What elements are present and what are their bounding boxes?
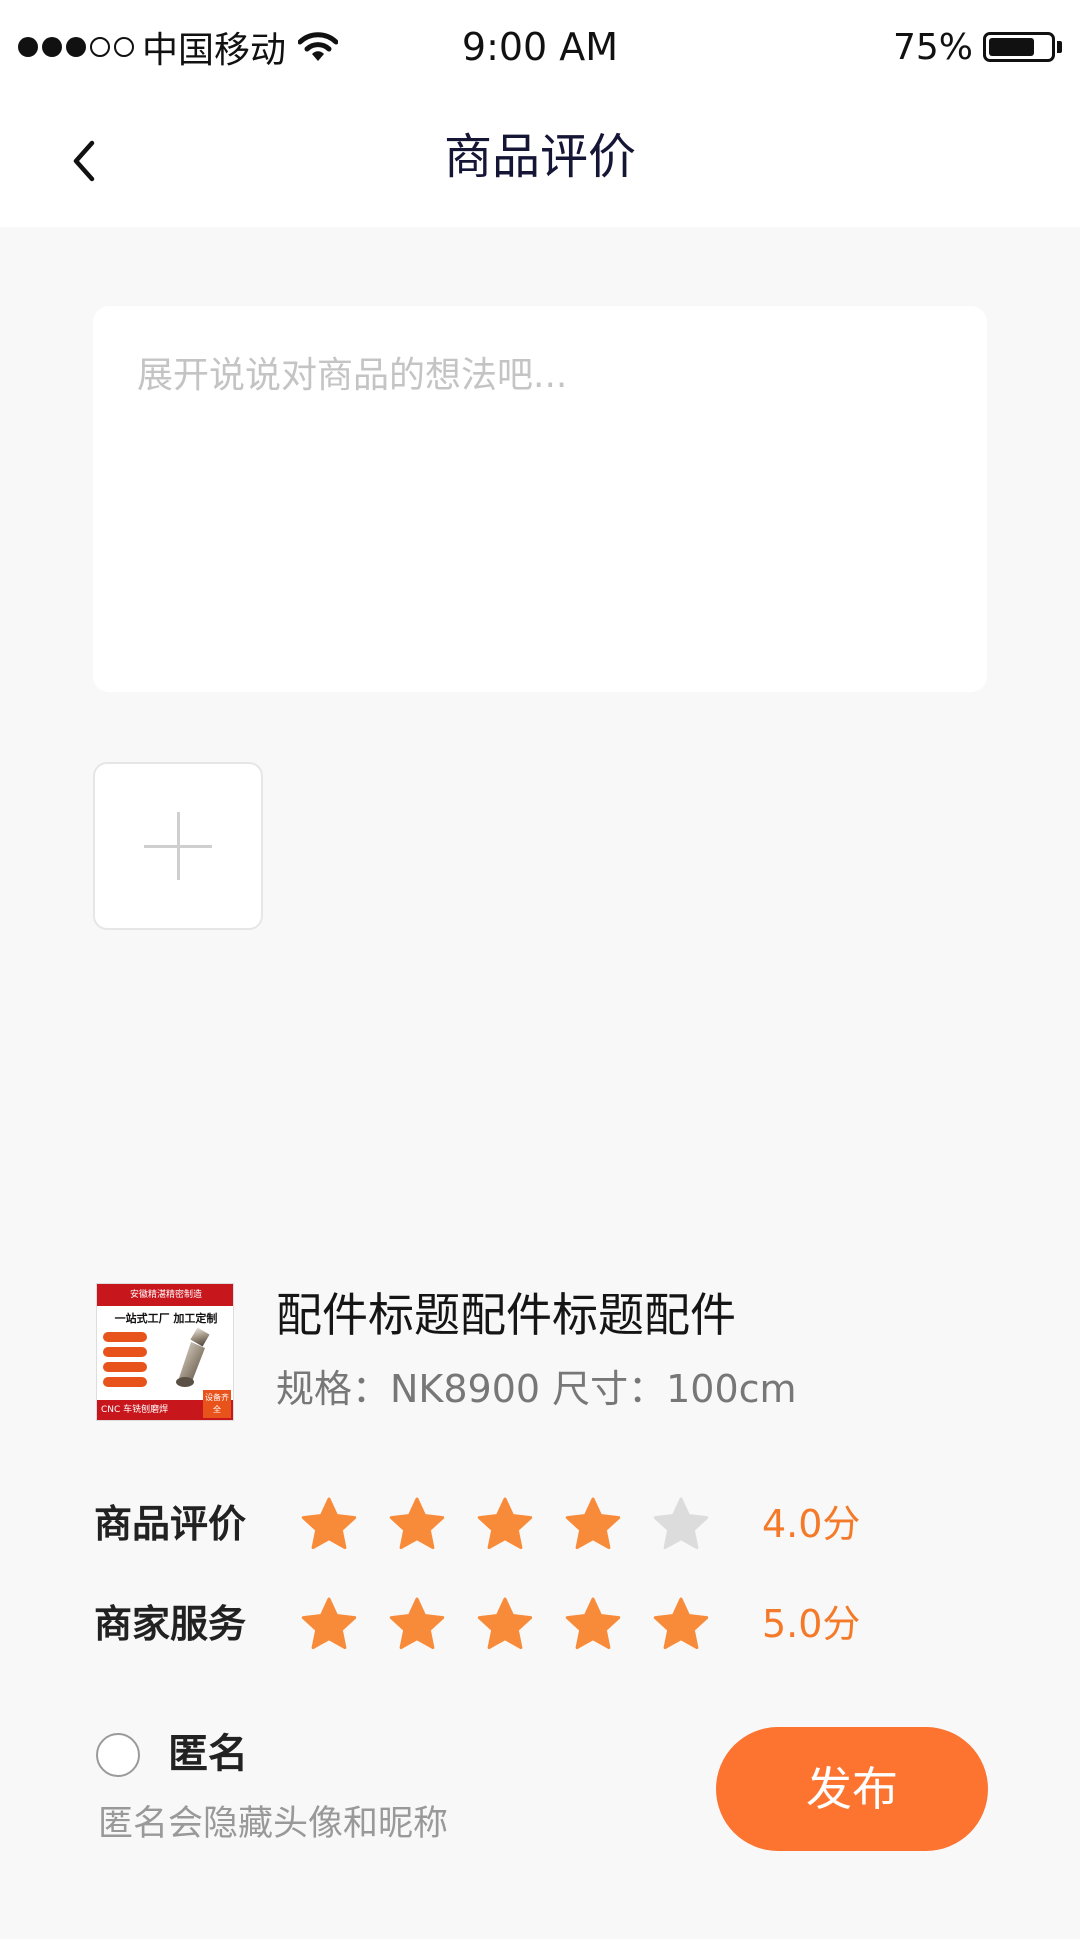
star-empty-icon[interactable] — [651, 1495, 711, 1555]
rating-score: 4.0分 — [762, 1502, 861, 1546]
status-right: 75% — [893, 22, 1062, 72]
product-title: 配件标题配件标题配件 — [276, 1288, 736, 1342]
rating-row-service: 商家服务 5.0分 — [94, 1590, 994, 1660]
rating-score: 5.0分 — [762, 1602, 861, 1646]
status-bar: 中国移动 9:00 AM 75% — [0, 0, 1080, 95]
battery-icon — [983, 32, 1062, 62]
machined-part-image — [176, 1327, 210, 1387]
star-filled-icon[interactable] — [387, 1595, 447, 1655]
plus-icon — [144, 812, 212, 880]
page-title: 商品评价 — [443, 129, 636, 185]
anonymous-label[interactable]: 匿名 — [168, 1726, 248, 1782]
rating-row-product: 商品评价 4.0分 — [94, 1490, 994, 1560]
star-filled-icon[interactable] — [651, 1595, 711, 1655]
add-photo-button[interactable] — [93, 762, 263, 930]
rating-label: 商品评价 — [94, 1502, 247, 1546]
nav-bar: 商品评价 — [0, 95, 1080, 227]
review-card — [93, 306, 987, 692]
star-filled-icon[interactable] — [563, 1495, 623, 1555]
star-filled-icon[interactable] — [299, 1595, 359, 1655]
star-filled-icon[interactable] — [563, 1595, 623, 1655]
product-info: 安徽精湛精密制造 一站式工厂 加工定制 CNC 车铣刨磨焊 设备齐全 配件标题配… — [96, 1283, 996, 1423]
publish-button[interactable]: 发布 — [716, 1727, 988, 1851]
battery-percent: 75% — [892, 26, 973, 68]
thumb-badge: 设备齐全 — [203, 1390, 231, 1418]
star-filled-icon[interactable] — [475, 1495, 535, 1555]
anonymous-hint: 匿名会隐藏头像和昵称 — [98, 1804, 449, 1844]
review-input[interactable] — [137, 346, 943, 652]
star-filled-icon[interactable] — [387, 1495, 447, 1555]
thumb-top-text: 安徽精湛精密制造 — [97, 1284, 233, 1306]
anonymous-radio[interactable] — [96, 1733, 140, 1777]
rating-label: 商家服务 — [94, 1602, 247, 1646]
thumb-mid-text: 一站式工厂 加工定制 — [114, 1312, 218, 1325]
star-filled-icon[interactable] — [299, 1495, 359, 1555]
product-spec: 规格：NK8900 尺寸：100cm — [276, 1367, 797, 1411]
star-filled-icon[interactable] — [475, 1595, 535, 1655]
battery-level — [989, 38, 1034, 56]
product-thumbnail: 安徽精湛精密制造 一站式工厂 加工定制 CNC 车铣刨磨焊 设备齐全 — [96, 1283, 234, 1421]
